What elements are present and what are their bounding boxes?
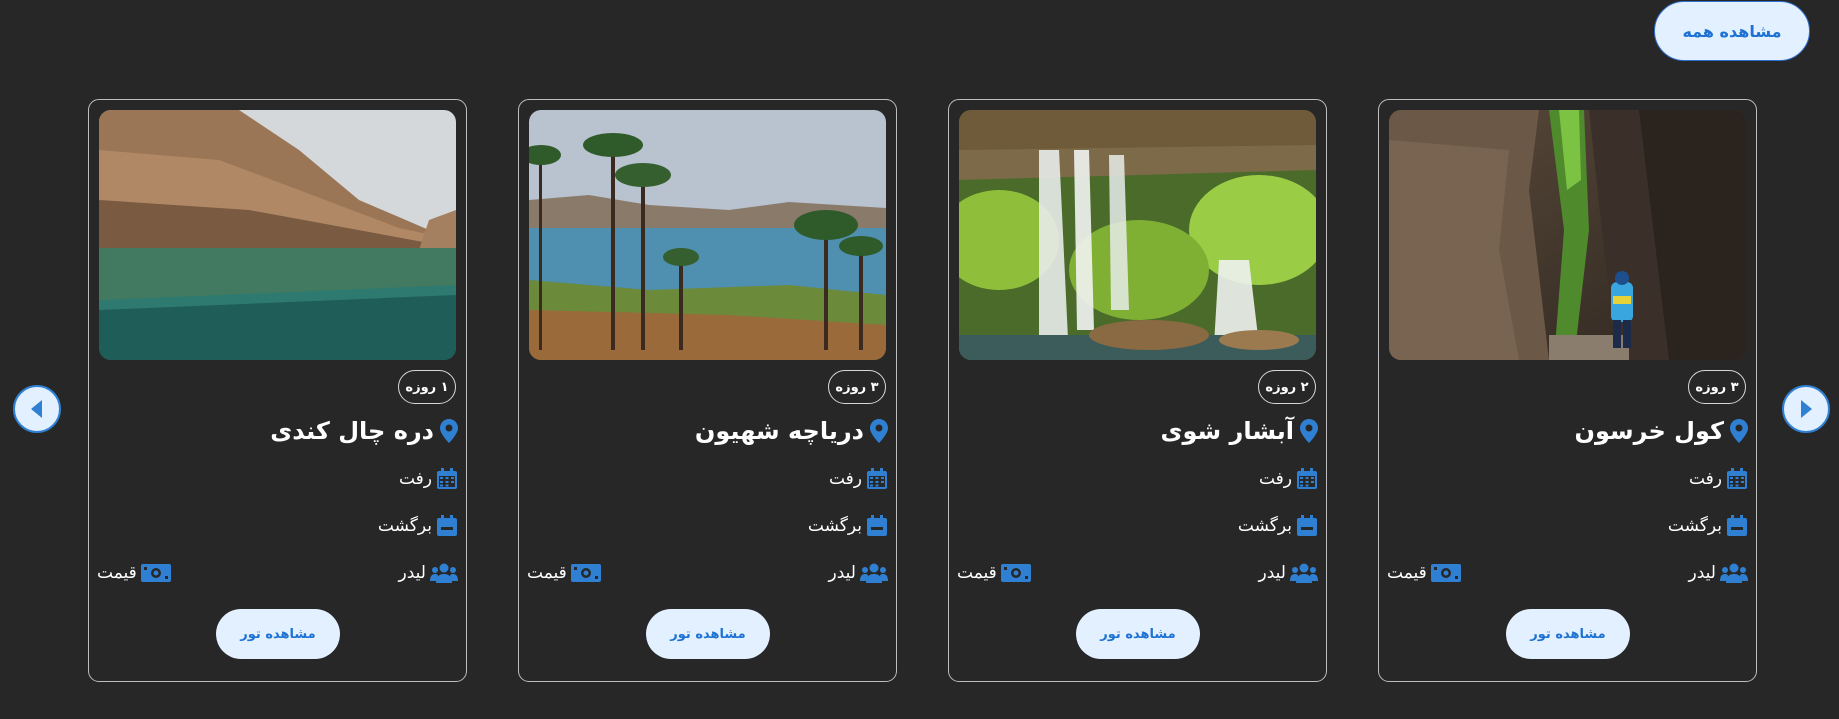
duration-badge: ۳ روزه — [828, 370, 886, 404]
price-row: قیمت — [957, 559, 1031, 587]
departure-label: رفت — [1688, 469, 1722, 489]
tour-card: ۲ روزه آبشار شوی رفت برگشت لیدر قیمت مشا… — [948, 99, 1327, 682]
tour-card: ۳ روزه دریاچه شهیون رفت برگشت لیدر قیمت … — [518, 99, 897, 682]
calendar-minus-icon — [866, 515, 888, 537]
view-tour-button[interactable]: مشاهده تور — [216, 609, 340, 659]
money-bill-icon — [140, 563, 171, 583]
return-row: برگشت — [1238, 512, 1318, 540]
map-pin-icon — [440, 419, 458, 443]
departure-row: رفت — [399, 465, 458, 493]
money-bill-icon — [1000, 563, 1031, 583]
tour-photo-river-cliffs — [99, 110, 456, 360]
arrow-left-icon — [27, 398, 47, 420]
map-pin-icon — [1730, 419, 1748, 443]
calendar-icon — [436, 468, 458, 490]
price-label: قیمت — [527, 563, 567, 583]
arrow-right-icon — [1796, 398, 1816, 420]
duration-badge: ۱ روزه — [398, 370, 456, 404]
calendar-icon — [1296, 468, 1318, 490]
view-tour-button[interactable]: مشاهده تور — [646, 609, 770, 659]
price-row: قیمت — [1387, 559, 1461, 587]
tour-photo-waterfall — [959, 110, 1316, 360]
departure-row: رفت — [1259, 465, 1318, 493]
leader-row: لیدر — [829, 559, 888, 587]
price-label: قیمت — [1387, 563, 1427, 583]
tour-carousel-section: مشاهده همه ۳ روزه کول خرسون رفت برگشت لی… — [0, 0, 1839, 719]
tour-title-text: دره چال کندی — [270, 417, 434, 445]
users-icon — [1290, 563, 1318, 583]
money-bill-icon — [570, 563, 601, 583]
map-pin-icon — [1300, 419, 1318, 443]
leader-label: لیدر — [1688, 563, 1716, 583]
map-pin-icon — [870, 419, 888, 443]
calendar-icon — [866, 468, 888, 490]
price-row: قیمت — [97, 559, 171, 587]
users-icon — [1720, 563, 1748, 583]
view-all-button[interactable]: مشاهده همه — [1654, 1, 1810, 61]
carousel-next-button[interactable] — [1782, 385, 1830, 433]
leader-row: لیدر — [399, 559, 458, 587]
leader-label: لیدر — [1258, 563, 1286, 583]
return-label: برگشت — [377, 516, 432, 536]
duration-badge: ۲ روزه — [1258, 370, 1316, 404]
tour-title-text: کول خرسون — [1574, 417, 1724, 445]
return-row: برگشت — [378, 512, 458, 540]
return-label: برگشت — [1667, 516, 1722, 536]
tour-card: ۳ روزه کول خرسون رفت برگشت لیدر قیمت مشا… — [1378, 99, 1757, 682]
departure-label: رفت — [828, 469, 862, 489]
tour-title: دره چال کندی — [270, 414, 458, 448]
price-label: قیمت — [957, 563, 997, 583]
calendar-minus-icon — [1296, 515, 1318, 537]
calendar-minus-icon — [436, 515, 458, 537]
tour-photo-canyon — [1389, 110, 1746, 360]
users-icon — [860, 563, 888, 583]
tour-title: کول خرسون — [1574, 414, 1748, 448]
return-row: برگشت — [1668, 512, 1748, 540]
return-row: برگشت — [808, 512, 888, 540]
departure-row: رفت — [1689, 465, 1748, 493]
departure-label: رفت — [398, 469, 432, 489]
leader-row: لیدر — [1259, 559, 1318, 587]
view-tour-button[interactable]: مشاهده تور — [1076, 609, 1200, 659]
tour-title: آبشار شوی — [1160, 414, 1318, 448]
tour-title: دریاچه شهیون — [695, 414, 888, 448]
return-label: برگشت — [1237, 516, 1292, 536]
money-bill-icon — [1430, 563, 1461, 583]
leader-label: لیدر — [398, 563, 426, 583]
carousel-prev-button[interactable] — [13, 385, 61, 433]
price-label: قیمت — [97, 563, 137, 583]
departure-row: رفت — [829, 465, 888, 493]
users-icon — [430, 563, 458, 583]
calendar-icon — [1726, 468, 1748, 490]
departure-label: رفت — [1258, 469, 1292, 489]
return-label: برگشت — [807, 516, 862, 536]
leader-row: لیدر — [1689, 559, 1748, 587]
tour-card: ۱ روزه دره چال کندی رفت برگشت لیدر قیمت … — [88, 99, 467, 682]
leader-label: لیدر — [828, 563, 856, 583]
view-tour-button[interactable]: مشاهده تور — [1506, 609, 1630, 659]
tour-title-text: آبشار شوی — [1160, 417, 1295, 445]
tour-title-text: دریاچه شهیون — [694, 417, 864, 445]
price-row: قیمت — [527, 559, 601, 587]
calendar-minus-icon — [1726, 515, 1748, 537]
tour-photo-lake — [529, 110, 886, 360]
duration-badge: ۳ روزه — [1688, 370, 1746, 404]
